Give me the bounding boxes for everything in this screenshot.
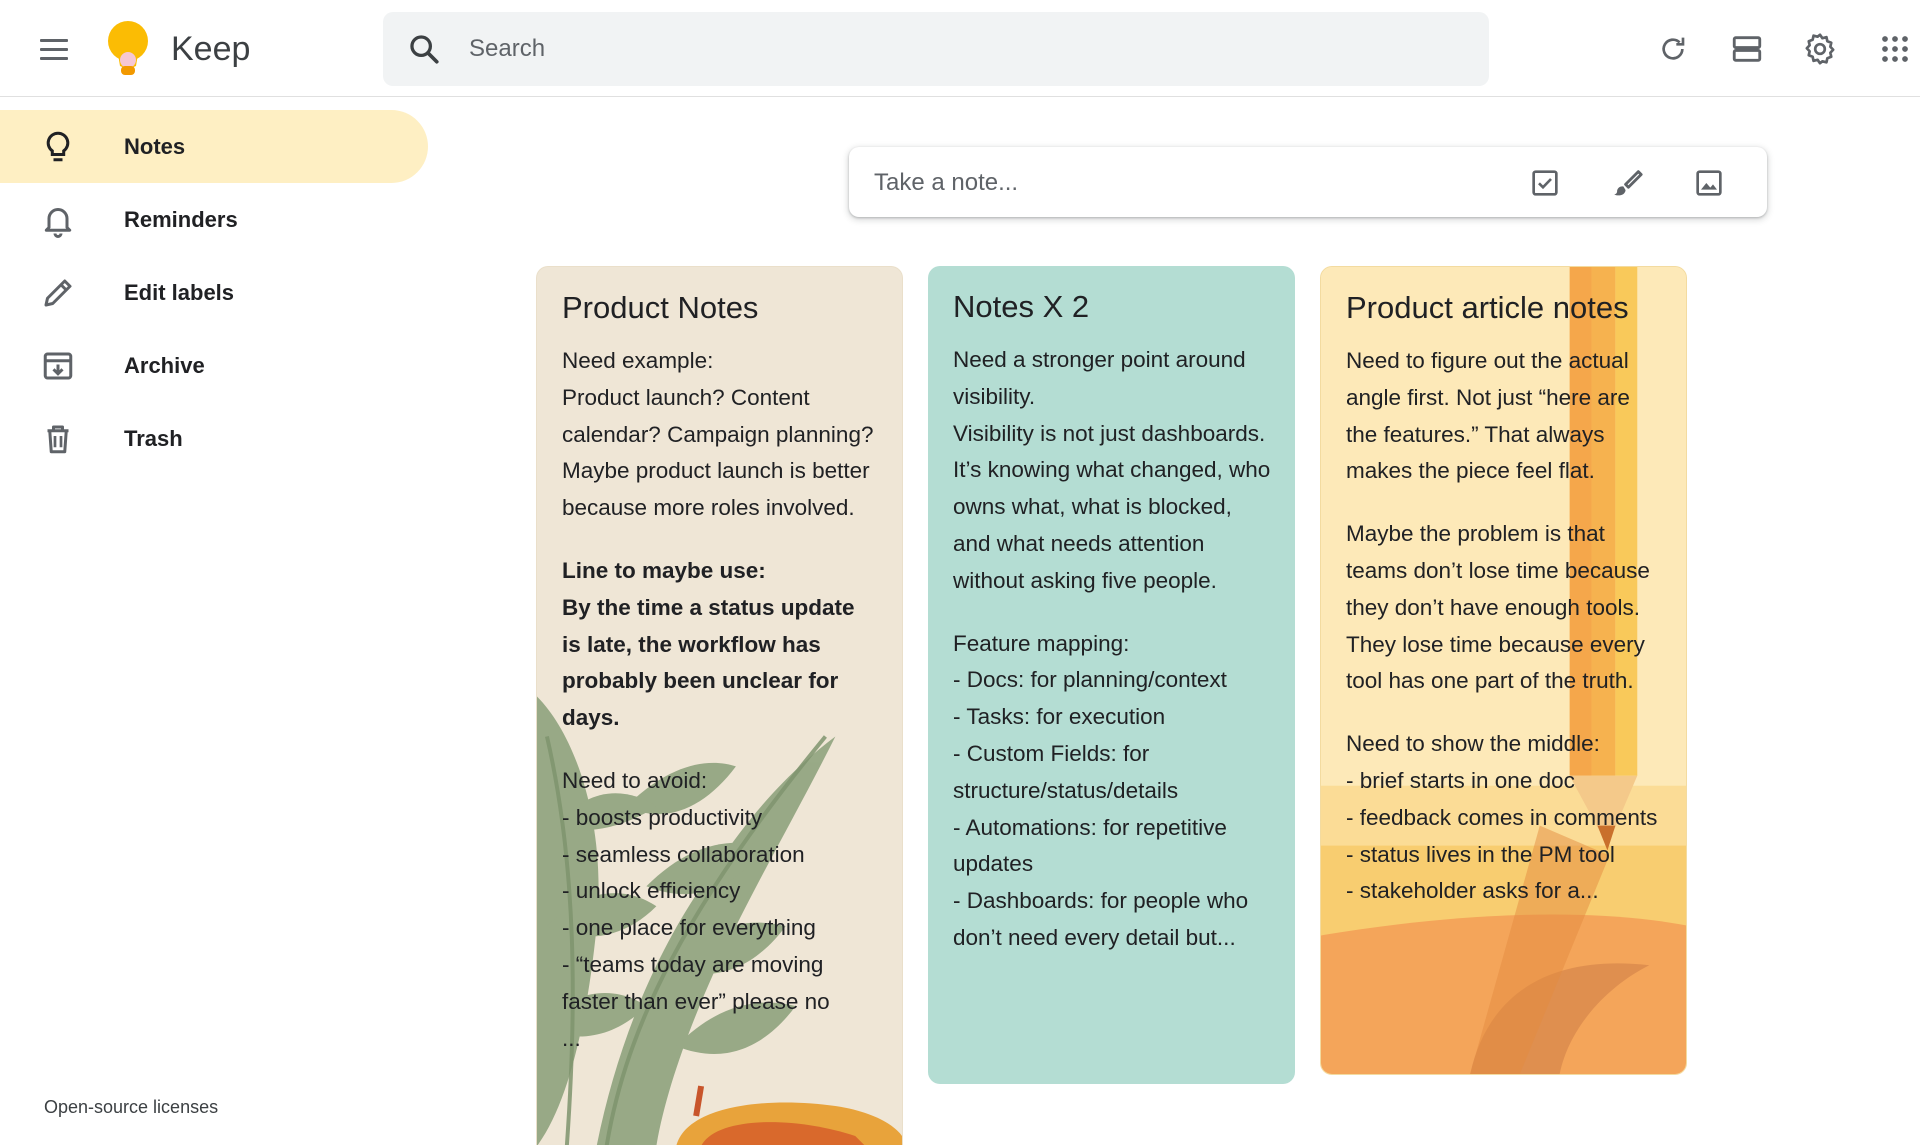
open-source-licenses-link[interactable]: Open-source licenses [44, 1097, 218, 1118]
note-line: - Tasks: for execution [953, 704, 1166, 730]
note-line: ... [562, 1025, 581, 1051]
note-line: Maybe the problem is that teams don’t lo… [1346, 521, 1650, 694]
new-list-button[interactable] [1525, 163, 1565, 203]
sidebar-item-notes[interactable]: Notes [0, 110, 428, 183]
note-content: Product article notes Need to figure out… [1346, 289, 1662, 910]
note-line: Need to avoid: [562, 767, 708, 793]
list-view-button[interactable] [1724, 26, 1770, 72]
search-icon[interactable] [407, 32, 441, 66]
sidebar-item-label: Edit labels [124, 280, 235, 305]
gear-icon [1805, 33, 1835, 65]
note-line: - seamless collaboration [562, 841, 805, 867]
sidebar-item-label: Reminders [124, 207, 238, 232]
keep-lightbulb-logo[interactable] [104, 20, 152, 78]
note-body: Need a stronger point around visibility.… [953, 342, 1271, 957]
note-title: Product article notes [1346, 290, 1629, 325]
sidebar-item-label: Notes [124, 134, 186, 159]
hamburger-menu-icon-line [40, 47, 68, 51]
google-apps-button[interactable] [1872, 26, 1918, 72]
note-body: Need example: Product launch? Content ca… [562, 343, 878, 1057]
note-line: Visibility is not just dashboards. It’s … [953, 420, 1271, 593]
note-line: - one place for everything [562, 915, 816, 941]
note-line: - Custom Fields: for structure/status/de… [953, 740, 1179, 803]
note-line: - unlock efficiency [562, 878, 741, 904]
note-line: Need to figure out the actual angle firs… [1346, 348, 1630, 484]
archive-icon [43, 352, 73, 380]
search-input[interactable] [469, 28, 1369, 70]
sidebar-item-trash[interactable]: Trash [0, 402, 428, 475]
note-line: - Automations: for repetitive updates [953, 814, 1227, 877]
refresh-icon [1662, 37, 1685, 60]
top-app-bar: Keep [0, 0, 1920, 97]
note-card[interactable]: Product Notes Need example: Product laun… [536, 266, 903, 1145]
bell-icon [44, 208, 72, 238]
note-line: - status lives in the PM tool [1346, 841, 1615, 867]
sidebar-item-edit-labels[interactable]: Edit labels [0, 256, 428, 329]
settings-button[interactable] [1797, 26, 1843, 72]
new-image-button[interactable] [1689, 163, 1729, 203]
note-line: - Dashboards: for people who don’t need … [953, 888, 1249, 950]
apps-grid-icon [1882, 36, 1908, 62]
image-icon [1696, 170, 1722, 196]
note-line: - “teams today are moving faster than ev… [562, 951, 830, 1014]
lightbulb-icon [46, 131, 70, 162]
take-a-note-composer[interactable]: Take a note... [849, 147, 1767, 217]
sidebar: Notes Reminders Edit labels Archive Tras… [0, 98, 440, 1145]
note-card[interactable]: Notes X 2 Need a stronger point around v… [928, 266, 1295, 1084]
list-view-icon [1732, 36, 1762, 62]
note-line: Need a stronger point around visibility. [953, 347, 1246, 409]
sidebar-item-reminders[interactable]: Reminders [0, 183, 428, 256]
note-content: Notes X 2 Need a stronger point around v… [953, 288, 1271, 957]
sidebar-item-label: Trash [124, 426, 183, 451]
note-line: Feature mapping: [953, 630, 1130, 656]
refresh-button[interactable] [1650, 26, 1696, 72]
hamburger-menu-icon-line [40, 56, 68, 60]
note-line: Need to show the middle: [1346, 731, 1600, 757]
brush-icon [1614, 170, 1643, 196]
hamburger-menu-icon [40, 38, 68, 42]
note-body: Need to figure out the actual angle firs… [1346, 343, 1662, 910]
sidebar-item-label: Archive [124, 353, 205, 378]
checkbox-icon [1532, 170, 1558, 196]
main-menu-button[interactable] [34, 32, 74, 66]
take-a-note-placeholder[interactable]: Take a note... [874, 169, 1018, 197]
note-line: - Docs: for planning/context [953, 667, 1227, 693]
note-line: - feedback comes in comments [1346, 804, 1658, 830]
note-line: - brief starts in one doc [1346, 767, 1575, 793]
app-title: Keep [171, 30, 251, 68]
note-line: Need example: [562, 348, 714, 373]
note-line: - stakeholder asks for a... [1346, 878, 1599, 904]
note-line: Line to maybe use: [562, 557, 766, 583]
note-line: Product launch? Content calendar? Campai… [562, 384, 874, 521]
note-title: Product Notes [562, 290, 759, 325]
search-bar[interactable] [383, 12, 1489, 86]
trash-icon [47, 425, 69, 454]
note-line: - boosts productivity [562, 804, 763, 830]
new-drawing-button[interactable] [1607, 163, 1647, 203]
note-line: By the time a status update is late, the… [562, 594, 855, 731]
pencil-icon [44, 279, 72, 307]
note-content: Product Notes Need example: Product laun… [562, 289, 878, 1057]
sidebar-item-archive[interactable]: Archive [0, 329, 428, 402]
note-title: Notes X 2 [953, 289, 1090, 324]
note-card[interactable]: Product article notes Need to figure out… [1320, 266, 1687, 1075]
